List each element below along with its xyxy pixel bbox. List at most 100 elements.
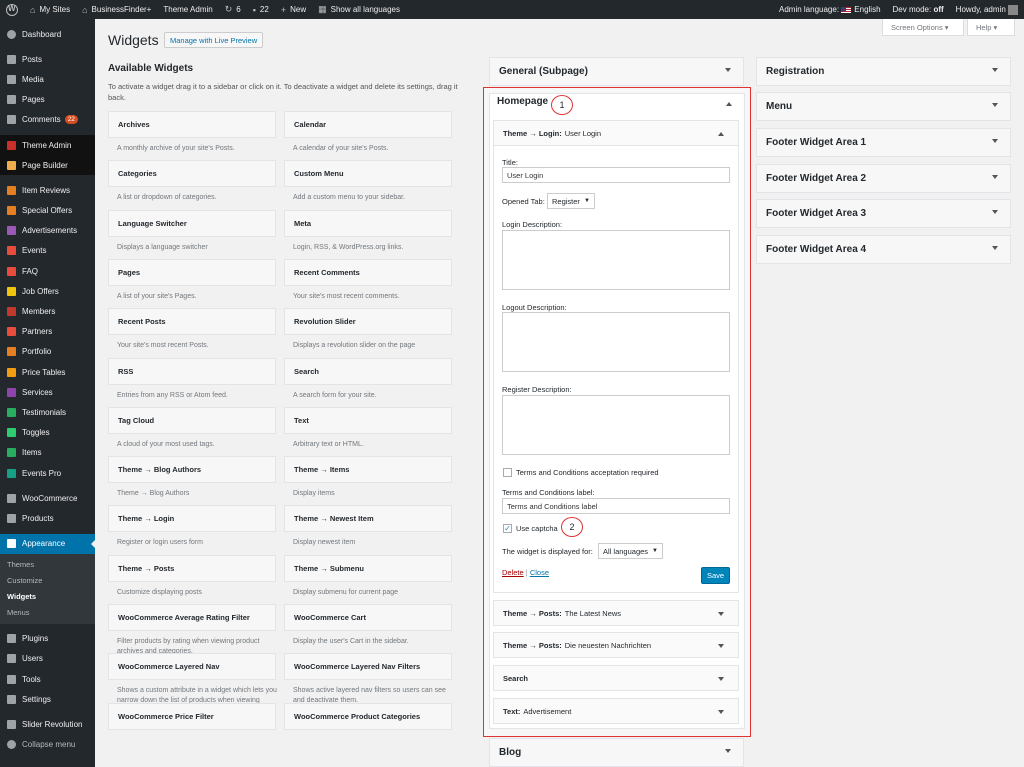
menu-advertisements[interactable]: Advertisements: [0, 221, 95, 241]
sidebar-footer-2[interactable]: Footer Widget Area 2: [756, 164, 1011, 193]
menu-pages[interactable]: Pages: [0, 90, 95, 110]
admin-language-menu[interactable]: Admin language: English: [773, 0, 887, 19]
save-button[interactable]: Save: [701, 567, 730, 584]
submenu-customize[interactable]: Customize: [0, 573, 95, 589]
login-description-textarea[interactable]: [502, 230, 730, 290]
menu-testimonials[interactable]: Testimonials: [0, 402, 95, 422]
available-widget[interactable]: Revolution Slider: [284, 308, 452, 336]
terms-label-input[interactable]: Terms and Conditions label: [502, 498, 730, 514]
available-widget[interactable]: Custom Menu: [284, 160, 452, 188]
menu-slider-revolution[interactable]: Slider Revolution: [0, 714, 95, 734]
available-widget[interactable]: Language Switcher: [108, 209, 276, 237]
menu-page-builder[interactable]: Page Builder: [0, 155, 95, 176]
available-widget[interactable]: Recent Comments: [284, 258, 452, 286]
menu-settings[interactable]: Settings: [0, 689, 95, 709]
sidebar-menu[interactable]: Menu: [756, 92, 1011, 121]
chevron-down-icon[interactable]: [718, 677, 724, 681]
wordpress-logo-menu[interactable]: [0, 0, 24, 19]
menu-plugins[interactable]: Plugins: [0, 629, 95, 649]
menu-tools[interactable]: Tools: [0, 669, 95, 689]
sidebar-blog[interactable]: Blog: [489, 738, 744, 767]
terms-checkbox[interactable]: [503, 468, 512, 477]
menu-theme-admin[interactable]: Theme Admin: [0, 134, 95, 156]
menu-woocommerce[interactable]: WooCommerce: [0, 488, 95, 508]
available-widget[interactable]: Search: [284, 357, 452, 385]
available-widget[interactable]: Theme → Blog Authors: [108, 456, 276, 484]
available-widget[interactable]: Tag Cloud: [108, 406, 276, 434]
chevron-up-icon[interactable]: [726, 102, 732, 106]
dev-mode-toggle[interactable]: Dev mode: off: [887, 0, 950, 19]
chevron-down-icon[interactable]: [718, 644, 724, 648]
menu-price-tables[interactable]: Price Tables: [0, 362, 95, 382]
available-widget[interactable]: WooCommerce Average Rating Filter: [108, 604, 276, 631]
available-widget[interactable]: WooCommerce Layered Nav: [108, 653, 276, 681]
available-widget[interactable]: Meta: [284, 209, 452, 237]
chevron-down-icon[interactable]: [718, 710, 724, 714]
menu-toggles[interactable]: Toggles: [0, 423, 95, 443]
homepage-title[interactable]: Homepage: [497, 96, 548, 107]
widget-theme-posts-german[interactable]: Theme → Posts: Die neuesten Nachrichten: [493, 632, 739, 658]
available-widget[interactable]: Theme → Items: [284, 456, 452, 484]
menu-dashboard[interactable]: Dashboard: [0, 24, 95, 44]
available-widget[interactable]: Theme → Login: [108, 505, 276, 533]
menu-portfolio[interactable]: Portfolio: [0, 342, 95, 362]
chevron-down-icon[interactable]: [718, 612, 724, 616]
sidebar-general-subpage[interactable]: General (Subpage): [489, 57, 744, 86]
updates-link[interactable]: ↻ 6: [219, 0, 247, 19]
menu-partners[interactable]: Partners: [0, 322, 95, 342]
submenu-menus[interactable]: Menus: [0, 605, 95, 621]
delete-link[interactable]: Delete: [502, 568, 524, 577]
comments-link[interactable]: ▪ 22: [247, 0, 275, 19]
menu-events[interactable]: Events: [0, 241, 95, 261]
menu-job-offers[interactable]: Job Offers: [0, 281, 95, 301]
menu-products[interactable]: Products: [0, 508, 95, 528]
available-widget[interactable]: Text: [284, 406, 452, 434]
help-button[interactable]: Help ▾: [967, 19, 1015, 36]
menu-faq[interactable]: FAQ: [0, 261, 95, 281]
sidebar-footer-4[interactable]: Footer Widget Area 4: [756, 235, 1011, 264]
chevron-up-icon[interactable]: [718, 132, 724, 136]
sidebar-registration[interactable]: Registration: [756, 57, 1011, 86]
available-widget[interactable]: RSS: [108, 357, 276, 385]
menu-special-offers[interactable]: Special Offers: [0, 201, 95, 221]
available-widget[interactable]: Theme → Posts: [108, 554, 276, 582]
available-widget[interactable]: Archives: [108, 111, 276, 138]
available-widget[interactable]: Pages: [108, 258, 276, 286]
menu-comments[interactable]: Comments 22: [0, 110, 95, 130]
languages-menu[interactable]: ▦ Show all languages: [312, 0, 406, 19]
available-widget[interactable]: WooCommerce Cart: [284, 604, 452, 631]
available-widget[interactable]: Theme → Submenu: [284, 554, 452, 582]
title-input[interactable]: User Login: [502, 167, 730, 183]
menu-members[interactable]: Members: [0, 301, 95, 321]
live-preview-button[interactable]: Manage with Live Preview: [164, 32, 264, 48]
collapse-menu-button[interactable]: Collapse menu: [0, 735, 95, 755]
menu-items[interactable]: Items: [0, 443, 95, 463]
theme-admin-link[interactable]: Theme Admin: [157, 0, 218, 19]
menu-users[interactable]: Users: [0, 649, 95, 669]
menu-appearance[interactable]: Appearance: [0, 533, 95, 554]
menu-services[interactable]: Services: [0, 382, 95, 402]
widget-search[interactable]: Search: [493, 665, 739, 691]
account-menu[interactable]: Howdy, admin: [950, 0, 1024, 19]
widget-theme-login[interactable]: Theme → Login: User Login: [493, 120, 739, 146]
register-description-textarea[interactable]: [502, 395, 730, 455]
available-widget[interactable]: Theme → Newest Item: [284, 505, 452, 533]
logout-description-textarea[interactable]: [502, 312, 730, 372]
menu-item-reviews[interactable]: Item Reviews: [0, 180, 95, 200]
sidebar-footer-1[interactable]: Footer Widget Area 1: [756, 128, 1011, 157]
captcha-checkbox[interactable]: ✓: [503, 524, 512, 533]
displayed-for-select[interactable]: All languages ▼: [598, 543, 663, 559]
available-widget[interactable]: WooCommerce Layered Nav Filters: [284, 653, 452, 681]
available-widget[interactable]: WooCommerce Product Categories: [284, 702, 452, 730]
close-link[interactable]: Close: [530, 568, 549, 577]
submenu-widgets[interactable]: Widgets: [0, 589, 95, 605]
screen-options-button[interactable]: Screen Options ▾: [882, 19, 964, 36]
available-widget[interactable]: Recent Posts: [108, 308, 276, 336]
widget-theme-posts-latest[interactable]: Theme → Posts: The Latest News: [493, 600, 739, 626]
menu-media[interactable]: Media: [0, 69, 95, 89]
sidebar-footer-3[interactable]: Footer Widget Area 3: [756, 199, 1011, 228]
my-sites-menu[interactable]: ⌂ My Sites: [24, 0, 76, 19]
new-content-menu[interactable]: + New: [275, 0, 312, 19]
site-name-menu[interactable]: ⌂ BusinessFinder+: [76, 0, 157, 19]
submenu-themes[interactable]: Themes: [0, 557, 95, 573]
